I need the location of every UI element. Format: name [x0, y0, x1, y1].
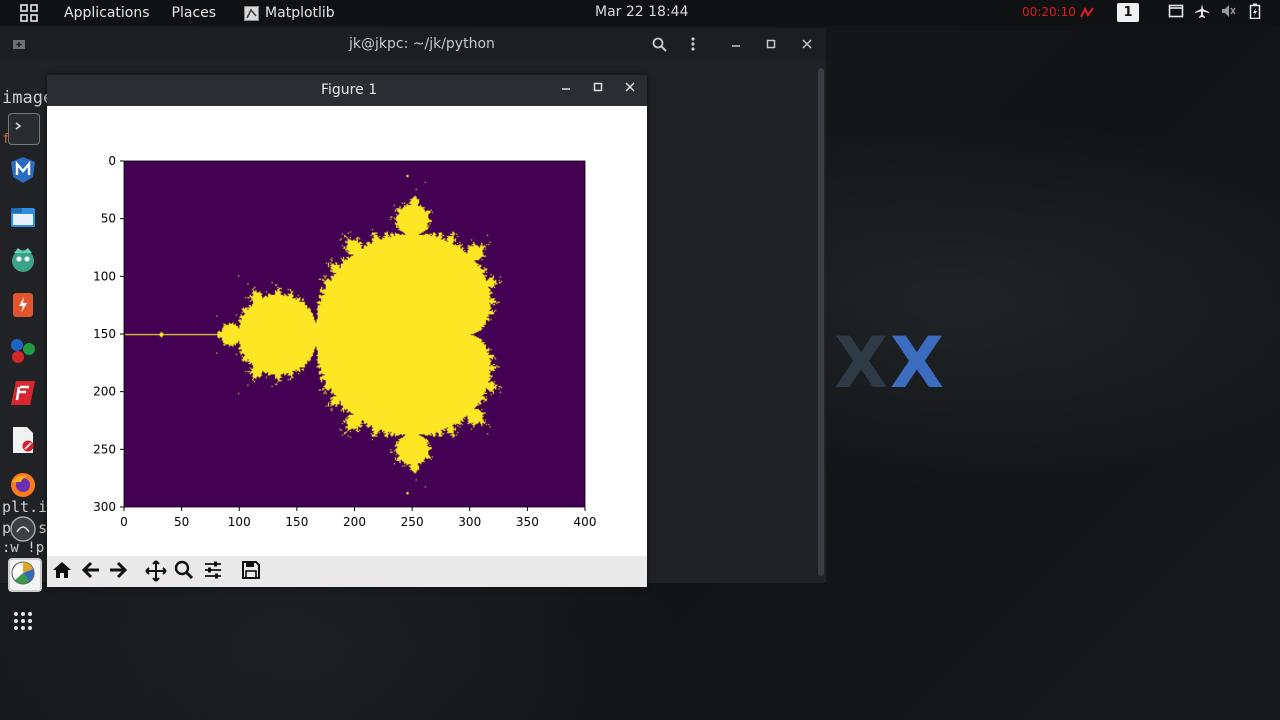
burpsuite-launcher-icon[interactable] — [8, 290, 38, 320]
back-icon — [81, 561, 99, 579]
zoom-button[interactable] — [172, 560, 196, 584]
watermark-x: X — [890, 322, 947, 404]
heatmap-canvas — [124, 161, 585, 507]
x-tick-label: 300 — [458, 515, 481, 529]
active-app-menu[interactable]: Matplotlib — [244, 5, 335, 21]
terminal-minimize-icon[interactable] — [730, 38, 742, 50]
mandelbrot-plot[interactable]: 0 50 100 150 200 250 300 350 400 0 50 100 150 200 250… — [47, 106, 647, 556]
menu-kebab-icon[interactable] — [690, 36, 696, 52]
y-tick-label: 250 — [93, 442, 116, 456]
matplotlib-app-icon — [244, 5, 260, 21]
figure-titlebar[interactable]: Figure 1 — [47, 75, 647, 106]
show-apps-icon[interactable] — [8, 606, 38, 636]
pan-icon — [145, 560, 167, 582]
save-button[interactable] — [239, 560, 263, 584]
x-tick-label: 200 — [343, 515, 366, 529]
zoom-icon — [174, 560, 194, 580]
workspace-indicator[interactable]: 1 — [1117, 3, 1139, 22]
pan-button[interactable] — [144, 560, 168, 584]
panel-clock[interactable]: Mar 22 18:44 — [595, 4, 688, 20]
x-tick-label: 400 — [574, 515, 597, 529]
battery-icon[interactable] — [1247, 3, 1263, 19]
search-icon[interactable] — [652, 37, 667, 52]
faraday-launcher-icon[interactable] — [8, 378, 38, 408]
x-tick-label: 0 — [120, 515, 128, 529]
terminal-close-icon[interactable] — [801, 38, 813, 50]
terminal-line: image — [2, 88, 54, 108]
x-tick-label: 150 — [285, 515, 308, 529]
back-button[interactable] — [79, 560, 103, 584]
window-icon[interactable] — [1168, 3, 1184, 19]
recording-icon[interactable] — [1079, 5, 1095, 21]
configure-subplots-button[interactable] — [201, 560, 225, 584]
new-tab-icon[interactable] — [12, 37, 26, 51]
text-editor-launcher-icon[interactable] — [8, 425, 38, 455]
figure-window[interactable]: Figure 1 0 50 100 150 200 250 300 350 400 0 50 100… — [47, 75, 647, 587]
navigation-toolbar — [47, 556, 647, 587]
recording-timer: 00:20:10 — [1022, 5, 1076, 19]
figure-title: Figure 1 — [321, 82, 378, 98]
applications-menu[interactable]: Applications — [64, 5, 150, 21]
places-menu[interactable]: Places — [172, 5, 217, 21]
forward-icon — [110, 561, 128, 579]
minimize-icon — [562, 88, 570, 90]
y-tick-label: 200 — [93, 385, 116, 399]
y-tick-label: 0 — [108, 154, 116, 168]
configure-icon — [205, 561, 221, 579]
airplane-mode-icon[interactable] — [1194, 3, 1210, 19]
app-grid-icon[interactable] — [16, 3, 42, 23]
terminal-maximize-icon[interactable] — [765, 38, 777, 50]
terminal-launcher-icon[interactable] — [8, 113, 40, 145]
y-tick-label: 50 — [101, 212, 116, 226]
home-button[interactable] — [50, 560, 74, 584]
burp-launcher-icon[interactable] — [8, 245, 38, 275]
home-icon — [53, 562, 71, 578]
active-app-label: Matplotlib — [265, 5, 335, 21]
x-tick-label: 350 — [516, 515, 539, 529]
figure-maximize-button[interactable] — [588, 80, 608, 100]
cherrytree-launcher-icon[interactable] — [8, 514, 38, 544]
x-tick-label: 50 — [174, 515, 189, 529]
figure-minimize-button[interactable] — [556, 80, 576, 100]
terminal-scrollbar[interactable] — [818, 68, 824, 576]
x-tick-label: 250 — [401, 515, 424, 529]
firefox-launcher-icon[interactable] — [8, 470, 38, 500]
y-tick-label: 100 — [93, 269, 116, 283]
y-tick-label: 300 — [93, 500, 116, 514]
metasploit-launcher-icon[interactable] — [8, 155, 38, 185]
maltego-launcher-icon[interactable] — [8, 335, 38, 365]
terminal-title: jk@jkpc: ~/jk/python — [349, 36, 495, 52]
volume-muted-icon[interactable] — [1220, 3, 1236, 19]
matplotlib-launcher-icon[interactable] — [8, 558, 42, 592]
maximize-icon — [593, 82, 603, 92]
save-icon — [242, 561, 260, 579]
terminal-titlebar[interactable]: jk@jkpc: ~/jk/python — [0, 28, 826, 60]
y-tick-label: 150 — [93, 327, 116, 341]
figure-close-button[interactable] — [620, 80, 640, 100]
forward-button[interactable] — [106, 560, 130, 584]
heatmap-image — [124, 161, 585, 507]
close-icon — [625, 82, 635, 92]
x-tick-label: 100 — [228, 515, 251, 529]
files-launcher-icon[interactable] — [8, 202, 38, 232]
